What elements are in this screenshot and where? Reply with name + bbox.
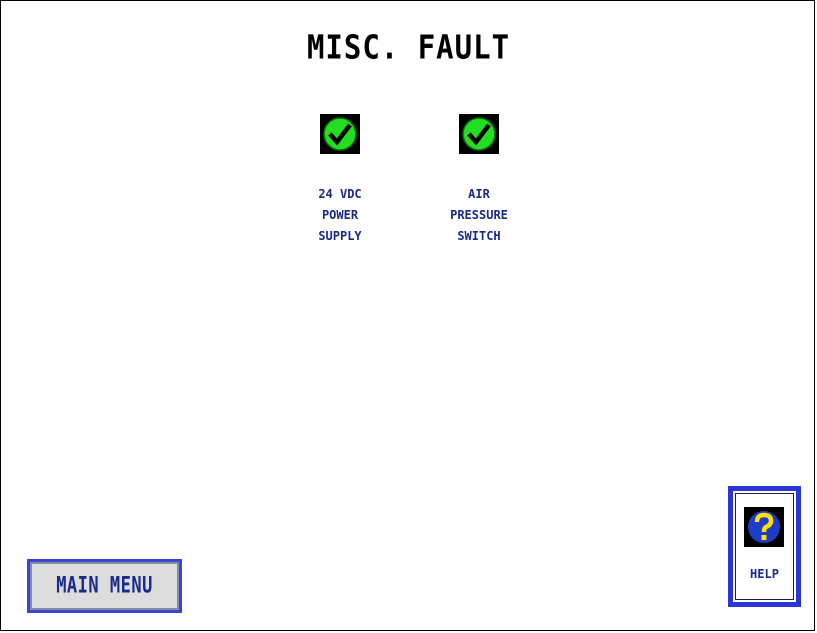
main-menu-button-face[interactable]: MAIN MENU [30, 562, 179, 610]
question-mark-icon [744, 507, 784, 547]
hmi-screen [0, 0, 815, 631]
green-check-icon [320, 114, 360, 154]
help-label: HELP [750, 567, 779, 581]
indicator-label: AIR PRESSURE SWITCH [450, 187, 508, 243]
main-menu-label: MAIN MENU [56, 573, 153, 599]
help-button[interactable]: HELP [728, 486, 801, 607]
indicator-24vdc-power-supply: 24 VDC POWER SUPPLY [280, 114, 400, 254]
green-check-icon [459, 114, 499, 154]
page-title: MISC. FAULT [306, 27, 511, 67]
indicator-air-pressure-switch: AIR PRESSURE SWITCH [419, 114, 539, 254]
main-menu-button[interactable]: MAIN MENU [27, 559, 182, 613]
indicator-label: 24 VDC POWER SUPPLY [318, 187, 362, 243]
